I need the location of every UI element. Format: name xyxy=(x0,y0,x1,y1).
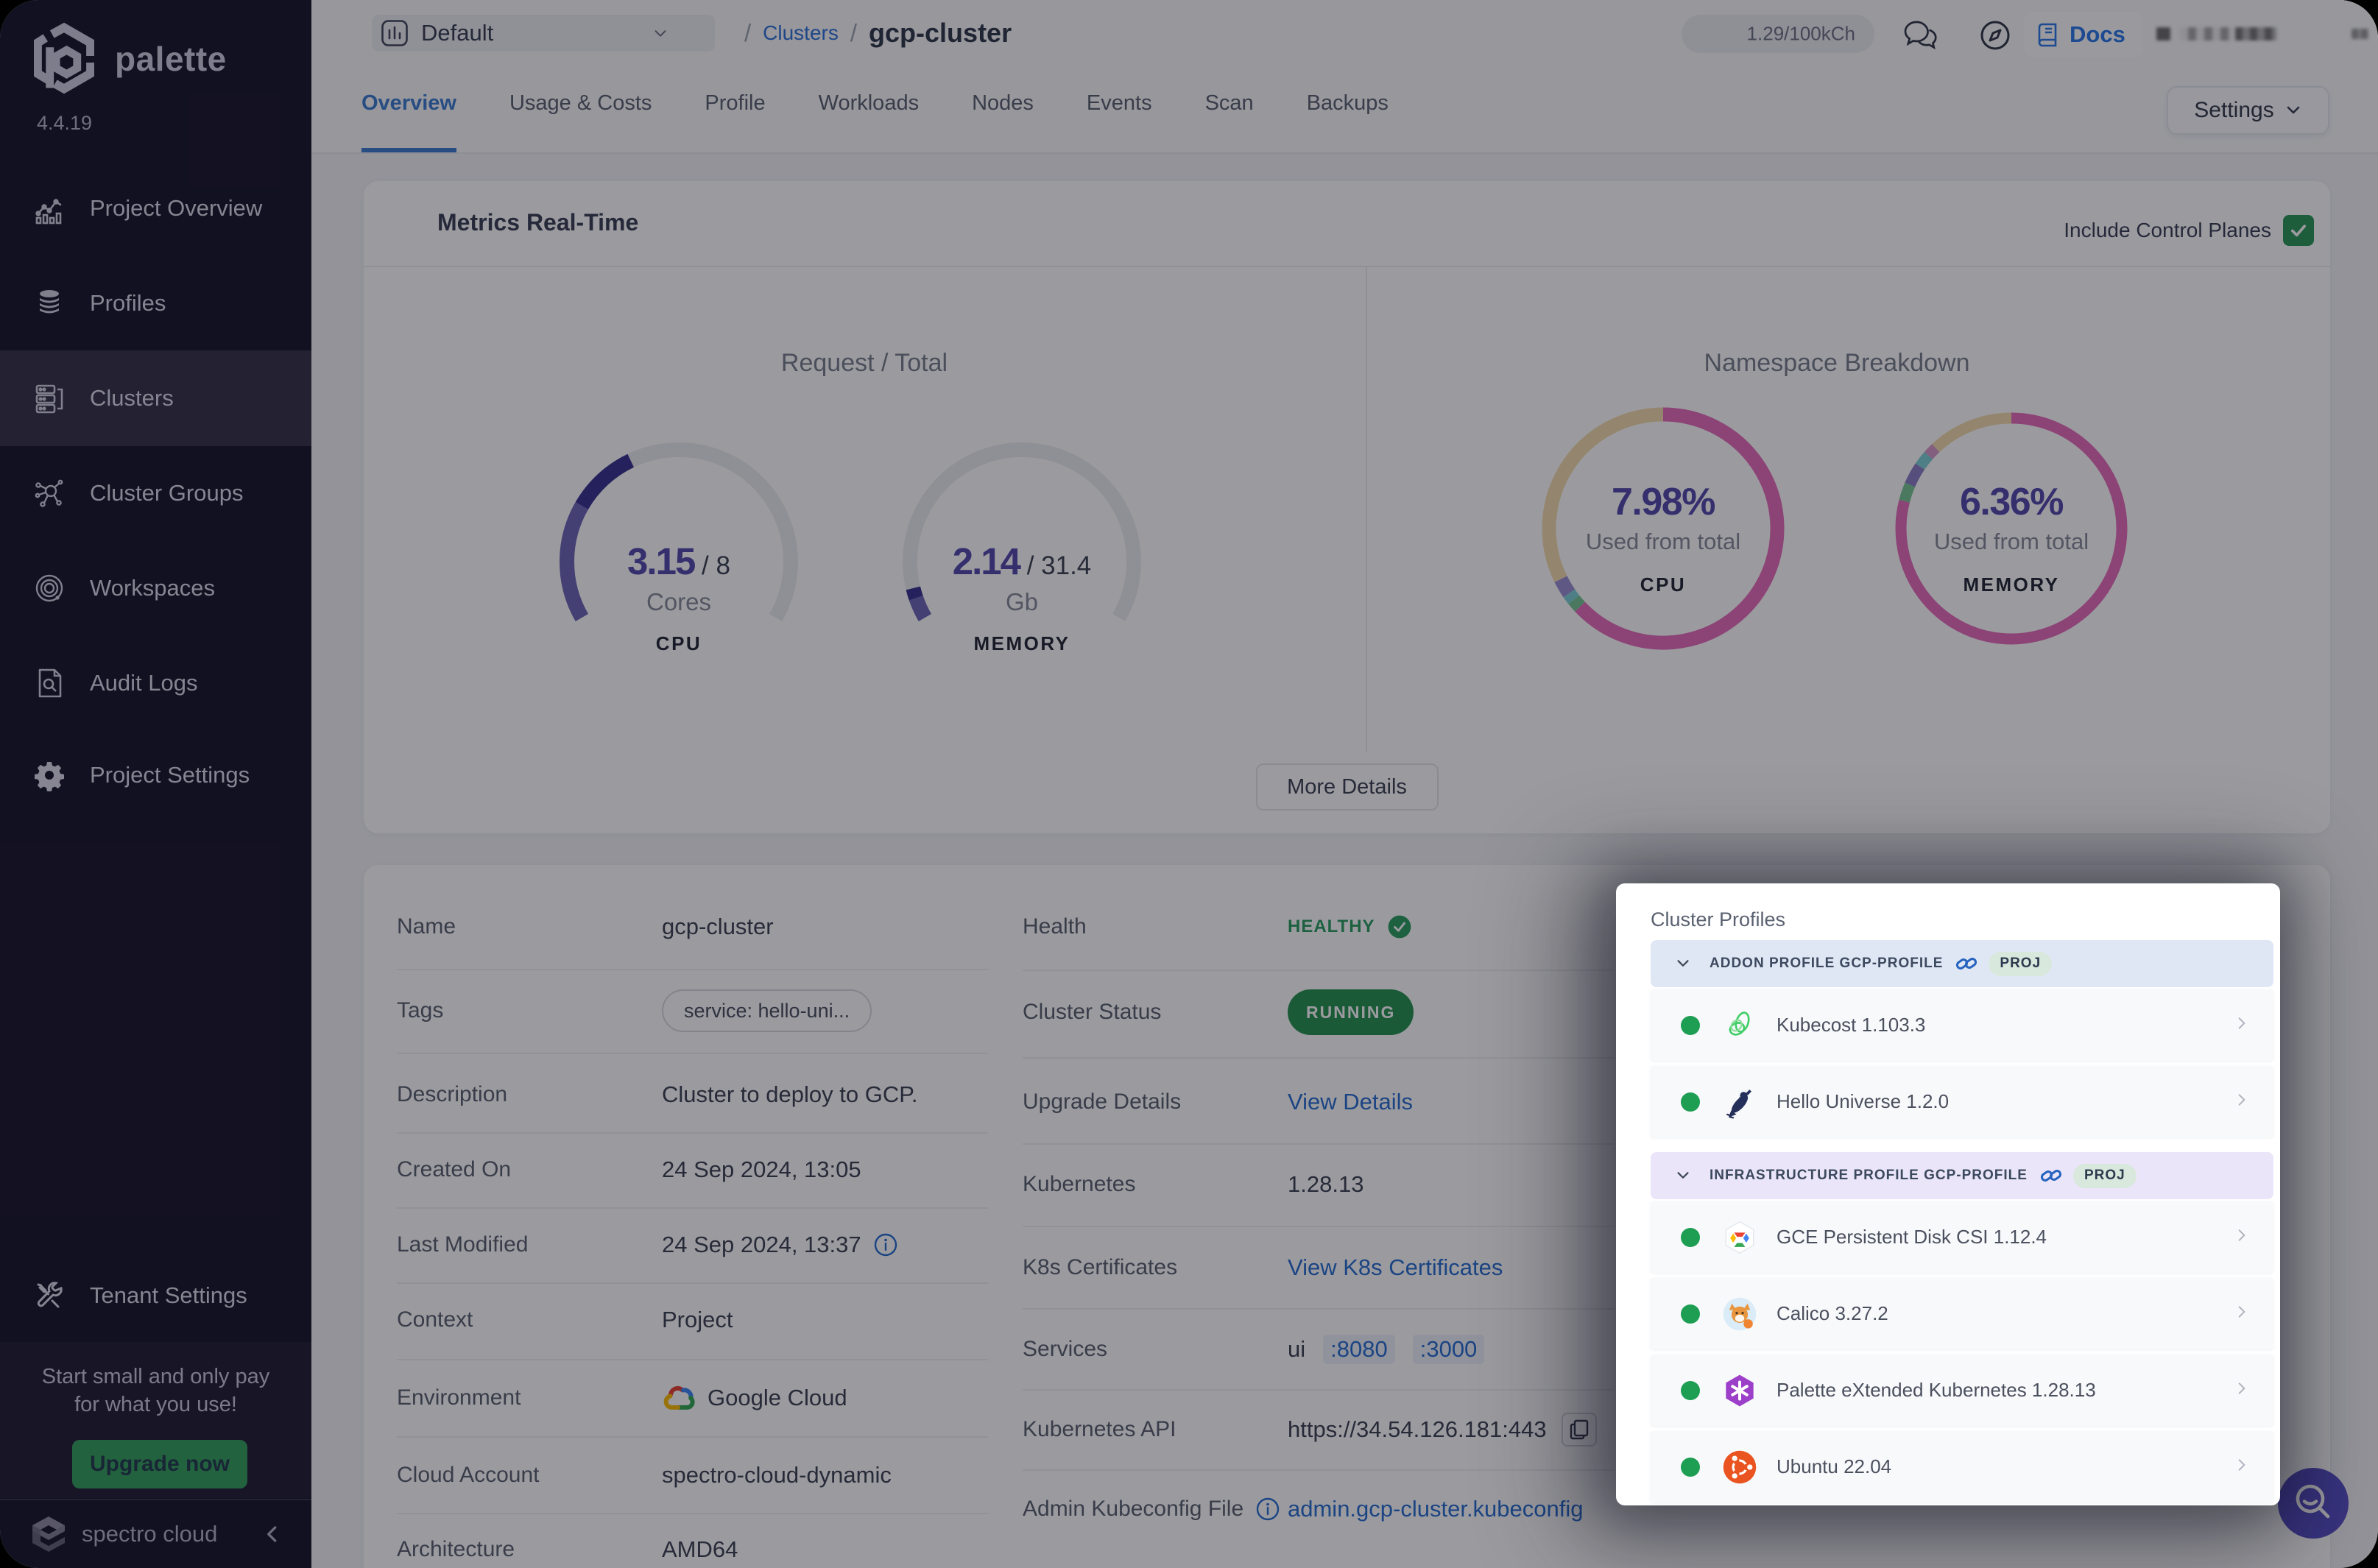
layer-chevron-right-icon xyxy=(2234,1016,2249,1035)
layer-name: Palette eXtended Kubernetes 1.28.13 xyxy=(1777,1379,2096,1401)
layer-status-dot xyxy=(1681,1227,1700,1247)
kubecost-icon xyxy=(1722,1008,1757,1043)
profile-section-label: INFRASTRUCTURE PROFILE GCP-PROFILE xyxy=(1710,1168,2028,1183)
cluster-profiles-panel: Cluster Profiles ADDON PROFILE GCP-PROFI… xyxy=(1616,883,2280,1505)
layer-status-dot xyxy=(1681,1015,1700,1035)
profile-scope-badge: PROJ xyxy=(2072,1163,2137,1188)
section-chevron-down-icon[interactable] xyxy=(1675,1168,1691,1184)
layer-name: Kubecost 1.103.3 xyxy=(1777,1014,1926,1036)
pxk-icon xyxy=(1722,1373,1757,1408)
layer-name: Ubuntu 22.04 xyxy=(1777,1455,1892,1477)
layer-name: Hello Universe 1.2.0 xyxy=(1777,1090,1950,1112)
calico-icon xyxy=(1722,1296,1757,1332)
cluster-profiles-title: Cluster Profiles xyxy=(1651,908,1786,930)
ubuntu-icon xyxy=(1722,1449,1757,1485)
layer-chevron-right-icon xyxy=(2234,1228,2249,1247)
layer-status-dot xyxy=(1681,1304,1700,1324)
layer-chevron-right-icon xyxy=(2234,1092,2249,1112)
layer-chevron-right-icon xyxy=(2234,1381,2249,1400)
layer-chevron-right-icon xyxy=(2234,1458,2249,1477)
section-chevron-down-icon[interactable] xyxy=(1675,956,1691,972)
profile-layer-row-calico-3-27-2[interactable]: Calico 3.27.2 xyxy=(1651,1278,2273,1349)
layer-chevron-right-icon xyxy=(2234,1304,2249,1324)
app-window: palette 4.4.19 Project Overview Profiles C… xyxy=(0,0,2378,1568)
profile-layer-row-hello-universe-1-2-0[interactable]: Hello Universe 1.2.0 xyxy=(1651,1066,2273,1137)
profile-section-label: ADDON PROFILE GCP-PROFILE xyxy=(1710,956,1944,971)
profile-link-icon xyxy=(2039,1164,2063,1187)
hello-universe-icon xyxy=(1722,1084,1757,1120)
layer-status-dot xyxy=(1681,1380,1700,1400)
profile-link-icon xyxy=(1955,952,1978,975)
profile-layer-row-kubecost-1-103-3[interactable]: Kubecost 1.103.3 xyxy=(1651,989,2273,1061)
profile-scope-badge: PROJ xyxy=(1989,951,2053,976)
layer-name: GCE Persistent Disk CSI 1.12.4 xyxy=(1777,1226,2047,1248)
gce-disk-icon xyxy=(1722,1220,1757,1255)
layer-status-dot xyxy=(1681,1092,1700,1112)
layer-status-dot xyxy=(1681,1457,1700,1477)
profile-section-header-infrastructure[interactable]: INFRASTRUCTURE PROFILE GCP-PROFILE PROJ xyxy=(1651,1152,2273,1199)
profile-layer-row-gce-persistent-disk-csi-1-12-4[interactable]: GCE Persistent Disk CSI 1.12.4 xyxy=(1651,1201,2273,1273)
profile-layer-row-palette-extended-kubernetes-1-28-13[interactable]: Palette eXtended Kubernetes 1.28.13 xyxy=(1651,1355,2273,1426)
profile-section-header-addon[interactable]: ADDON PROFILE GCP-PROFILE PROJ xyxy=(1651,940,2273,987)
layer-name: Calico 3.27.2 xyxy=(1777,1302,1888,1324)
profile-layer-row-ubuntu-22-04[interactable]: Ubuntu 22.04 xyxy=(1651,1431,2273,1502)
